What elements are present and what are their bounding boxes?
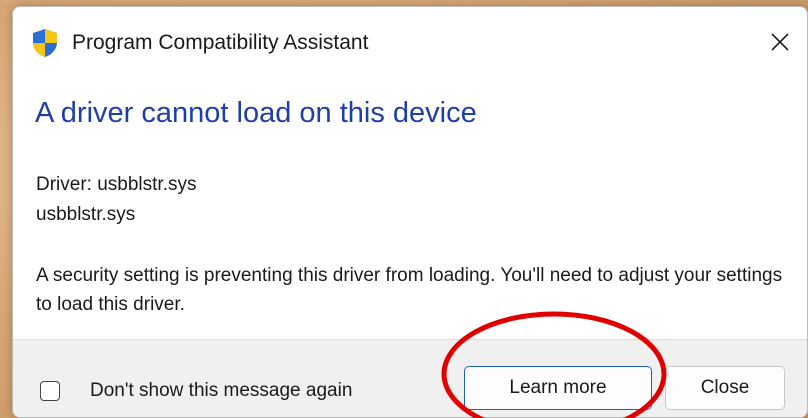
driver-line: Driver: usbblstr.sys: [36, 174, 197, 195]
driver-name: usbblstr.sys: [36, 204, 136, 225]
shield-icon: [32, 28, 58, 58]
compatibility-dialog: Program Compatibility Assistant A driver…: [12, 6, 808, 418]
dont-show-again-checkbox[interactable]: [40, 381, 60, 401]
dialog-footer: Don't show this message again Learn more…: [13, 339, 807, 417]
close-icon[interactable]: [753, 17, 807, 67]
window-title: Program Compatibility Assistant: [72, 31, 369, 54]
message-text: A security setting is preventing this dr…: [36, 265, 783, 315]
title-bar: Program Compatibility Assistant: [13, 7, 807, 79]
dialog-heading: A driver cannot load on this device: [35, 97, 477, 129]
dont-show-again-label[interactable]: Don't show this message again: [90, 378, 352, 404]
close-button[interactable]: Close: [665, 366, 785, 410]
learn-more-button[interactable]: Learn more: [464, 366, 652, 410]
